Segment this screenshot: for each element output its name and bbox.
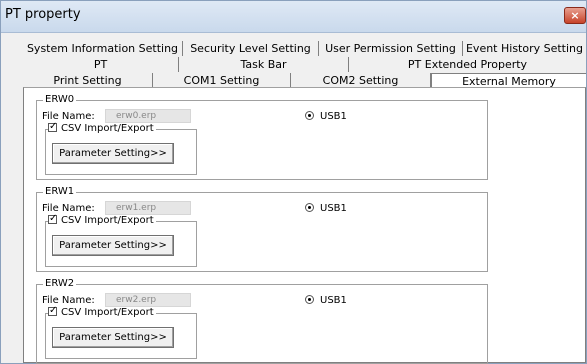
radio-selected-icon[interactable] (305, 203, 314, 212)
close-button[interactable]: × (564, 7, 586, 24)
file-name-field[interactable]: erw0.erp (105, 109, 191, 123)
tab-com1-setting[interactable]: COM1 Setting (153, 73, 291, 88)
usb-label: USB1 (320, 203, 347, 214)
usb-radio[interactable]: USB1 (305, 203, 347, 214)
tab-row-1: System Information Setting Security Leve… (23, 41, 586, 56)
tab-user-permission-setting[interactable]: User Permission Setting (319, 41, 463, 56)
file-name-field[interactable]: erw2.erp (105, 293, 191, 307)
tab-task-bar[interactable]: Task Bar (179, 57, 349, 72)
external-memory-panel: ERW0 File Name: erw0.erp USB1 CSV Import… (23, 87, 586, 364)
erw2-group: ERW2 File Name: erw2.erp USB1 CSV Import… (36, 278, 488, 364)
checkbox-checked-icon[interactable] (48, 121, 57, 133)
csv-import-export-checkbox[interactable]: CSV Import/Export (48, 305, 156, 319)
tab-pt-extended-property[interactable]: PT Extended Property (349, 57, 586, 72)
parameter-setting-button[interactable]: Parameter Setting>> (52, 143, 174, 164)
erw1-group: ERW1 File Name: erw1.erp USB1 CSV Import… (36, 186, 488, 272)
csv-import-export-box: CSV Import/Export Parameter Setting>> (45, 213, 197, 267)
usb-radio[interactable]: USB1 (305, 295, 347, 306)
csv-label: CSV Import/Export (61, 123, 154, 134)
csv-import-export-box: CSV Import/Export Parameter Setting>> (45, 305, 197, 359)
checkbox-checked-icon[interactable] (48, 305, 57, 317)
csv-import-export-box: CSV Import/Export Parameter Setting>> (45, 121, 197, 175)
tab-event-history-setting[interactable]: Event History Setting (463, 41, 586, 56)
tab-security-level-setting[interactable]: Security Level Setting (183, 41, 319, 56)
radio-selected-icon[interactable] (305, 295, 314, 304)
csv-label: CSV Import/Export (61, 215, 154, 226)
tab-pt[interactable]: PT (23, 57, 179, 72)
usb-label: USB1 (320, 295, 347, 306)
checkbox-checked-icon[interactable] (48, 213, 57, 225)
csv-import-export-checkbox[interactable]: CSV Import/Export (48, 213, 156, 227)
group-label: ERW2 (43, 278, 77, 290)
title-bar[interactable]: PT property × (1, 1, 586, 33)
file-name-field[interactable]: erw1.erp (105, 201, 191, 215)
close-icon: × (570, 9, 580, 22)
csv-label: CSV Import/Export (61, 307, 154, 318)
erw0-group: ERW0 File Name: erw0.erp USB1 CSV Import… (36, 94, 488, 180)
csv-import-export-checkbox[interactable]: CSV Import/Export (48, 121, 156, 135)
tab-com2-setting[interactable]: COM2 Setting (291, 73, 431, 88)
radio-selected-icon[interactable] (305, 111, 314, 120)
tab-external-memory[interactable]: External Memory (431, 73, 586, 88)
usb-label: USB1 (320, 111, 347, 122)
group-label: ERW1 (43, 186, 77, 198)
pt-property-window: PT property × System Information Setting… (0, 0, 587, 364)
usb-radio[interactable]: USB1 (305, 111, 347, 122)
tab-row-2: PT Task Bar PT Extended Property (23, 57, 586, 72)
tab-row-3: Print Setting COM1 Setting COM2 Setting … (23, 73, 586, 88)
tab-print-setting[interactable]: Print Setting (23, 73, 153, 88)
tab-system-information-setting[interactable]: System Information Setting (23, 41, 183, 56)
window-title: PT property (5, 7, 81, 22)
parameter-setting-button[interactable]: Parameter Setting>> (52, 327, 174, 348)
parameter-setting-button[interactable]: Parameter Setting>> (52, 235, 174, 256)
group-label: ERW0 (43, 94, 77, 106)
